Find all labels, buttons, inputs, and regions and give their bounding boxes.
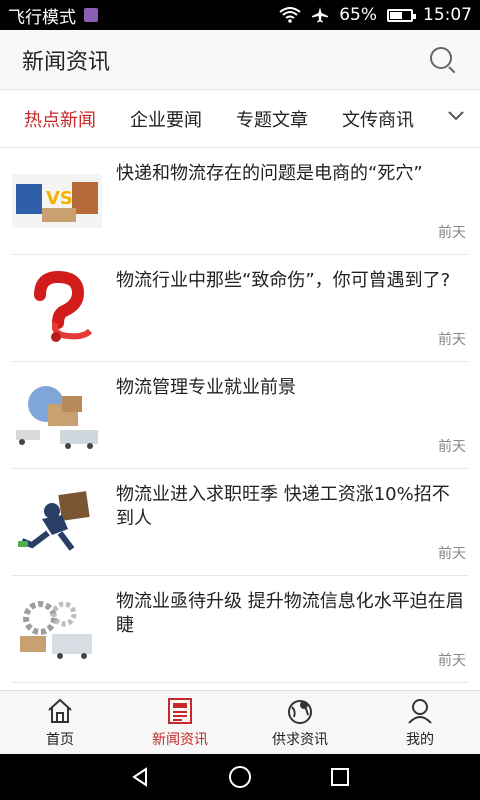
news-title: 物流行业中那些“致命伤”，你可曾遇到了? [116,270,451,291]
tab-supply-demand-label: 供求资讯 [272,731,328,748]
news-title: 物流业亟待升级 提升物流信息化水平迫在眉睫 [116,591,464,636]
search-icon[interactable] [428,45,458,75]
tab-home-label: 首页 [46,731,74,748]
category-tabs: 热点新闻 企业要闻 专题文章 文传商讯 [0,90,480,148]
news-time: 前天 [438,332,466,348]
battery-icon [387,8,416,22]
back-icon[interactable] [129,766,151,788]
tab-hot-news[interactable]: 热点新闻 [24,106,96,132]
tab-news[interactable]: 新闻资讯 [120,691,240,754]
list-item[interactable]: 物流行业中那些“致命伤”，你可曾遇到了? 前天 [12,255,468,362]
tab-mine-label: 我的 [406,731,434,748]
news-time: 前天 [438,653,466,669]
tab-mine[interactable]: 我的 [360,691,480,754]
news-title: 物流业进入求职旺季 快递工资涨10%招不到人 [116,484,450,529]
battery-percent: 65% [339,5,377,25]
recent-apps-icon[interactable] [329,766,351,788]
list-item[interactable]: 物流管理专业就业前景 前天 [12,362,468,469]
svg-text:VS: VS [46,188,73,209]
news-title: 物流管理专业就业前景 [116,377,296,398]
vs-parcels-image: VS [12,174,102,228]
home-icon [48,698,72,723]
newspaper-icon [168,697,192,724]
flight-mode-icon [84,8,98,22]
tab-home[interactable]: 首页 [0,691,120,754]
news-time: 前天 [438,439,466,455]
status-bar: 飞行模式 65% 15:07 [0,0,480,30]
news-time: 前天 [438,225,466,241]
flight-mode-label: 飞行模式 [8,7,76,28]
user-icon [408,698,432,724]
list-item[interactable]: 物流业亟待升级 提升物流信息化水平迫在眉睫 前天 [12,576,468,683]
app-header: 新闻资讯 [0,30,480,90]
clock: 15:07 [423,5,472,25]
tab-press-releases[interactable]: 文传商讯 [342,106,414,132]
globe-boxes-trucks-image [16,386,98,449]
tab-news-label: 新闻资讯 [152,731,208,748]
system-navigation-bar [0,754,480,800]
news-list: VS 快递和物流存在的问题是电商的“死穴” 前天 物流行业中那些“致命伤”，你可… [0,148,480,690]
page-title: 新闻资讯 [22,49,111,75]
news-title: 快递和物流存在的问题是电商的“死穴” [116,163,423,184]
courier-running-image [18,491,90,551]
bottom-tab-bar: 首页 新闻资讯 供求资讯 我的 [0,690,480,754]
globe-pin-icon [288,699,312,724]
airplane-icon [312,7,329,23]
tab-enterprise-news[interactable]: 企业要闻 [130,106,202,132]
home-circle-icon[interactable] [228,765,252,789]
gears-truck-image [20,601,92,659]
wifi-icon [279,7,301,23]
tab-supply-demand[interactable]: 供求资讯 [240,691,360,754]
tab-topic-articles[interactable]: 专题文章 [236,106,308,132]
chevron-down-icon[interactable] [448,108,464,124]
news-time: 前天 [438,546,466,562]
list-item[interactable]: 物流业进入求职旺季 快递工资涨10%招不到人 前天 [12,469,468,576]
list-item[interactable]: VS 快递和物流存在的问题是电商的“死穴” 前天 [12,148,468,255]
red-question-mark-image [34,271,93,342]
